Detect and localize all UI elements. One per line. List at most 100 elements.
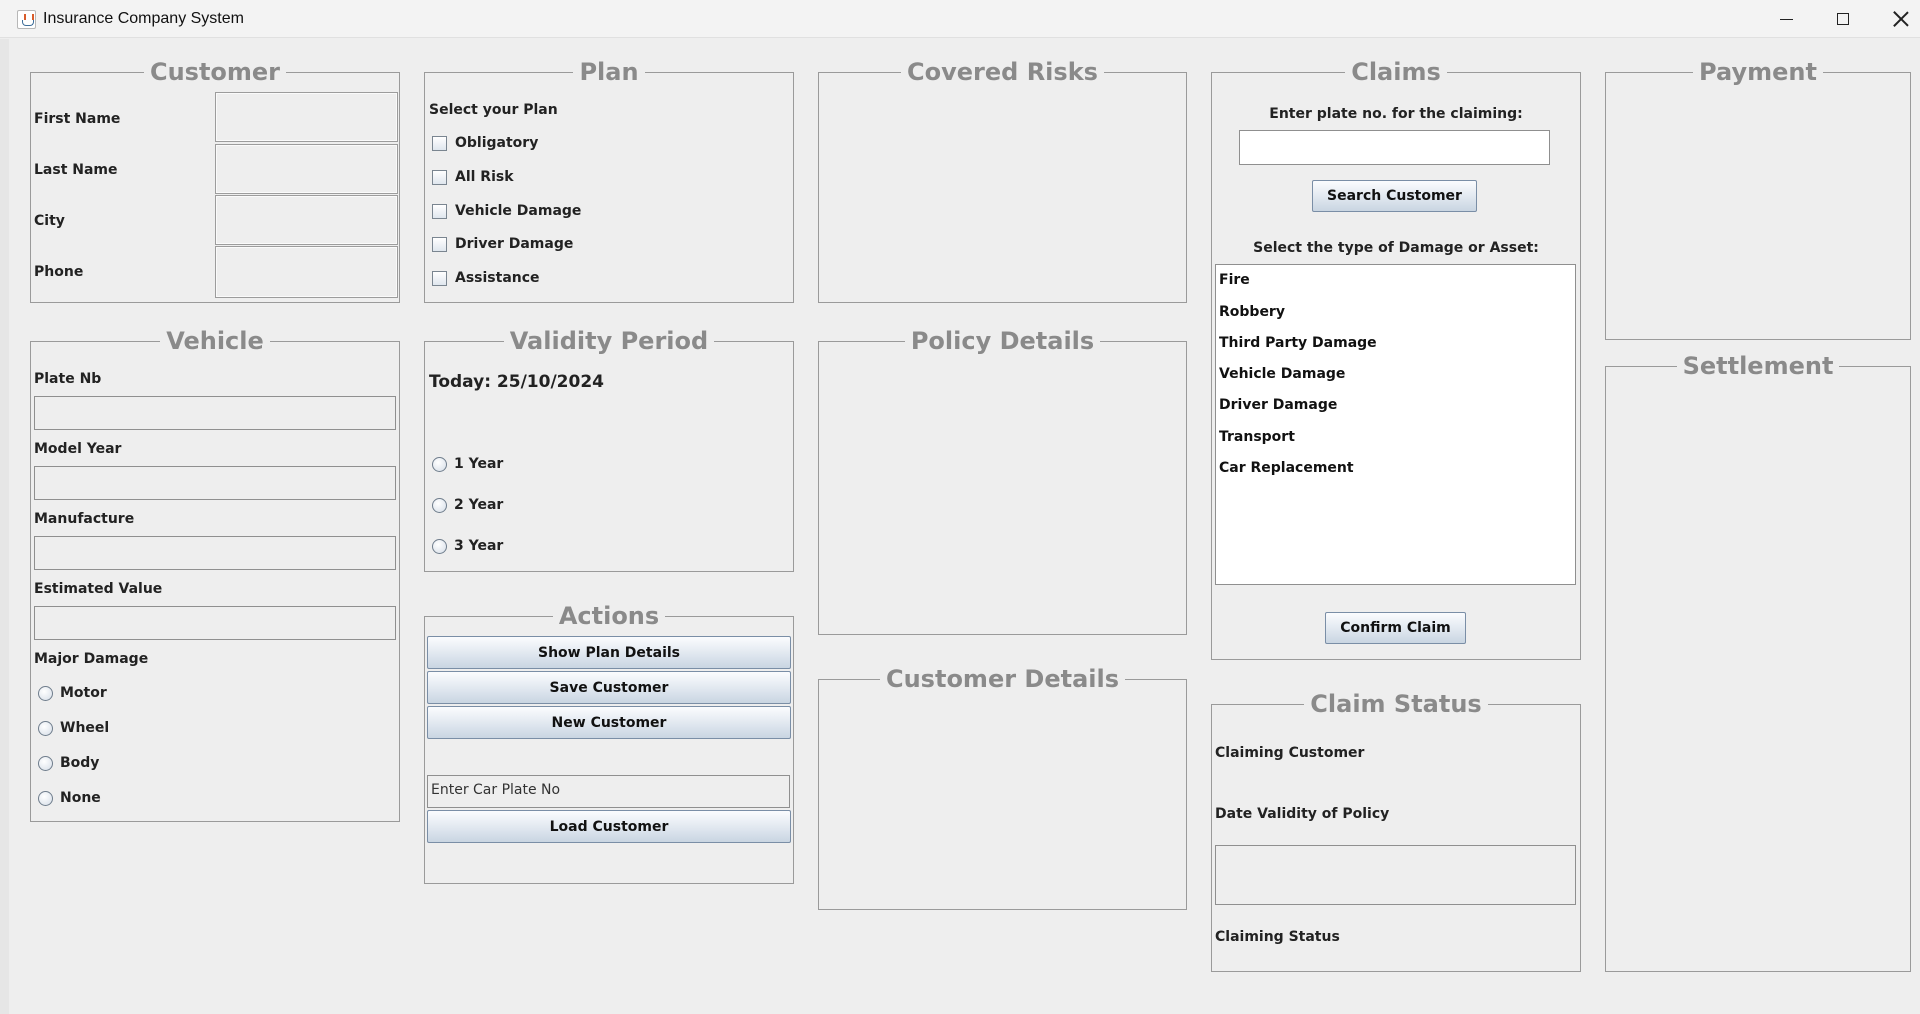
actions-panel-title: Actions: [552, 602, 666, 630]
damage-radio-none[interactable]: None: [38, 790, 101, 806]
claim-plate-input[interactable]: [1239, 130, 1550, 165]
radio-icon: [432, 497, 447, 513]
load-customer-button[interactable]: Load Customer: [427, 810, 791, 843]
customer-panel: Customer First Name Last Name City Phone: [30, 58, 400, 303]
covered-risks-title: Covered Risks: [901, 58, 1104, 86]
checkbox-icon: [432, 270, 447, 286]
checkbox-label: Assistance: [455, 270, 540, 286]
manufacture-field[interactable]: [34, 536, 396, 570]
car-plate-input[interactable]: Enter Car Plate No: [427, 775, 790, 808]
title-bar: Insurance Company System: [0, 0, 1920, 38]
close-button[interactable]: [1878, 0, 1920, 38]
new-customer-button[interactable]: New Customer: [427, 706, 791, 739]
plan-checkbox-obligatory[interactable]: Obligatory: [432, 135, 538, 151]
claims-panel-title: Claims: [1345, 58, 1447, 86]
estimated-value-field[interactable]: [34, 606, 396, 640]
covered-risks-panel: Covered Risks: [818, 58, 1187, 303]
customer-details-panel: Customer Details: [818, 665, 1187, 910]
claim-status-title: Claim Status: [1304, 690, 1488, 718]
claims-panel: Claims Enter plate no. for the claiming:…: [1211, 58, 1581, 660]
validity-radio-3-year[interactable]: 3 Year: [432, 538, 503, 554]
maximize-button[interactable]: [1820, 0, 1866, 38]
validity-radio-2-year[interactable]: 2 Year: [432, 497, 503, 513]
validity-period-title: Validity Period: [503, 327, 715, 355]
plan-checkbox-all-risk[interactable]: All Risk: [432, 169, 514, 185]
plate-field[interactable]: [34, 396, 396, 430]
search-customer-button[interactable]: Search Customer: [1312, 180, 1477, 212]
save-customer-button[interactable]: Save Customer: [427, 671, 791, 704]
list-item-car-replacement[interactable]: Car Replacement: [1219, 460, 1354, 476]
window-edge: [0, 39, 9, 1014]
checkbox-icon: [432, 203, 447, 219]
last-name-field[interactable]: [215, 144, 398, 194]
window-title: Insurance Company System: [43, 10, 244, 27]
radio-icon: [38, 755, 53, 771]
list-item-fire[interactable]: Fire: [1219, 272, 1250, 288]
validity-period-panel: Validity Period Today: 25/10/2024 1 Year…: [424, 327, 794, 572]
radio-label: Body: [60, 755, 100, 771]
plan-panel: Plan Select your Plan Obligatory All Ris…: [424, 58, 794, 303]
confirm-claim-button[interactable]: Confirm Claim: [1325, 612, 1466, 644]
radio-label: 2 Year: [454, 497, 504, 513]
radio-icon: [432, 538, 447, 554]
validity-radio-1-year[interactable]: 1 Year: [432, 456, 503, 472]
vehicle-panel: Vehicle Plate Nb Model Year Manufacture …: [30, 327, 400, 822]
policy-details-title: Policy Details: [904, 327, 1101, 355]
customer-details-title: Customer Details: [879, 665, 1126, 693]
date-validity-field[interactable]: [1215, 845, 1576, 905]
major-damage-label: Major Damage: [34, 651, 149, 667]
radio-label: None: [60, 790, 101, 806]
actions-panel: Actions Show Plan Details Save Customer …: [424, 602, 794, 884]
claim-plate-prompt: Enter plate no. for the claiming:: [1269, 106, 1523, 122]
radio-label: 3 Year: [454, 538, 504, 554]
city-field[interactable]: [215, 195, 398, 245]
list-item-vehicle-damage[interactable]: Vehicle Damage: [1219, 366, 1345, 382]
phone-field[interactable]: [215, 246, 398, 298]
checkbox-icon: [432, 236, 447, 252]
radio-icon: [38, 790, 53, 806]
plan-checkbox-assistance[interactable]: Assistance: [432, 270, 540, 286]
last-name-label: Last Name: [34, 162, 118, 178]
date-validity-label: Date Validity of Policy: [1215, 806, 1390, 822]
manufacture-label: Manufacture: [34, 511, 135, 527]
radio-icon: [38, 685, 53, 701]
model-year-label: Model Year: [34, 441, 122, 457]
estimated-value-label: Estimated Value: [34, 581, 163, 597]
customer-panel-title: Customer: [143, 58, 287, 86]
maximize-icon: [1837, 13, 1849, 25]
select-plan-label: Select your Plan: [429, 102, 558, 118]
payment-panel-title: Payment: [1693, 58, 1823, 86]
damage-radio-body[interactable]: Body: [38, 755, 99, 771]
checkbox-label: Driver Damage: [455, 236, 574, 252]
damage-radio-motor[interactable]: Motor: [38, 685, 107, 701]
damage-type-list[interactable]: Fire Robbery Third Party Damage Vehicle …: [1215, 264, 1576, 585]
plan-checkbox-driver-damage[interactable]: Driver Damage: [432, 236, 573, 252]
checkbox-label: All Risk: [455, 169, 514, 185]
show-plan-details-button[interactable]: Show Plan Details: [427, 636, 791, 669]
first-name-field[interactable]: [215, 92, 398, 142]
plate-label: Plate Nb: [34, 371, 102, 387]
list-item-third-party-damage[interactable]: Third Party Damage: [1219, 335, 1377, 351]
radio-icon: [38, 720, 53, 736]
radio-icon: [432, 456, 447, 472]
minimize-button[interactable]: [1763, 0, 1809, 38]
radio-label: 1 Year: [454, 456, 504, 472]
damage-radio-wheel[interactable]: Wheel: [38, 720, 109, 736]
plan-panel-title: Plan: [573, 58, 645, 86]
list-item-driver-damage[interactable]: Driver Damage: [1219, 397, 1337, 413]
radio-label: Wheel: [60, 720, 110, 736]
model-year-field[interactable]: [34, 466, 396, 500]
today-date: Today: 25/10/2024: [429, 372, 604, 392]
close-icon: [1893, 11, 1909, 27]
plan-checkbox-vehicle-damage[interactable]: Vehicle Damage: [432, 203, 581, 219]
list-item-robbery[interactable]: Robbery: [1219, 304, 1285, 320]
vehicle-panel-title: Vehicle: [160, 327, 270, 355]
radio-label: Motor: [60, 685, 107, 701]
payment-panel: Payment: [1605, 58, 1911, 340]
claiming-status-label: Claiming Status: [1215, 929, 1340, 945]
phone-label: Phone: [34, 264, 84, 280]
damage-type-label: Select the type of Damage or Asset:: [1253, 240, 1539, 256]
list-item-transport[interactable]: Transport: [1219, 429, 1295, 445]
claim-status-panel: Claim Status Claiming Customer Date Vali…: [1211, 690, 1581, 972]
minimize-icon: [1779, 18, 1793, 20]
